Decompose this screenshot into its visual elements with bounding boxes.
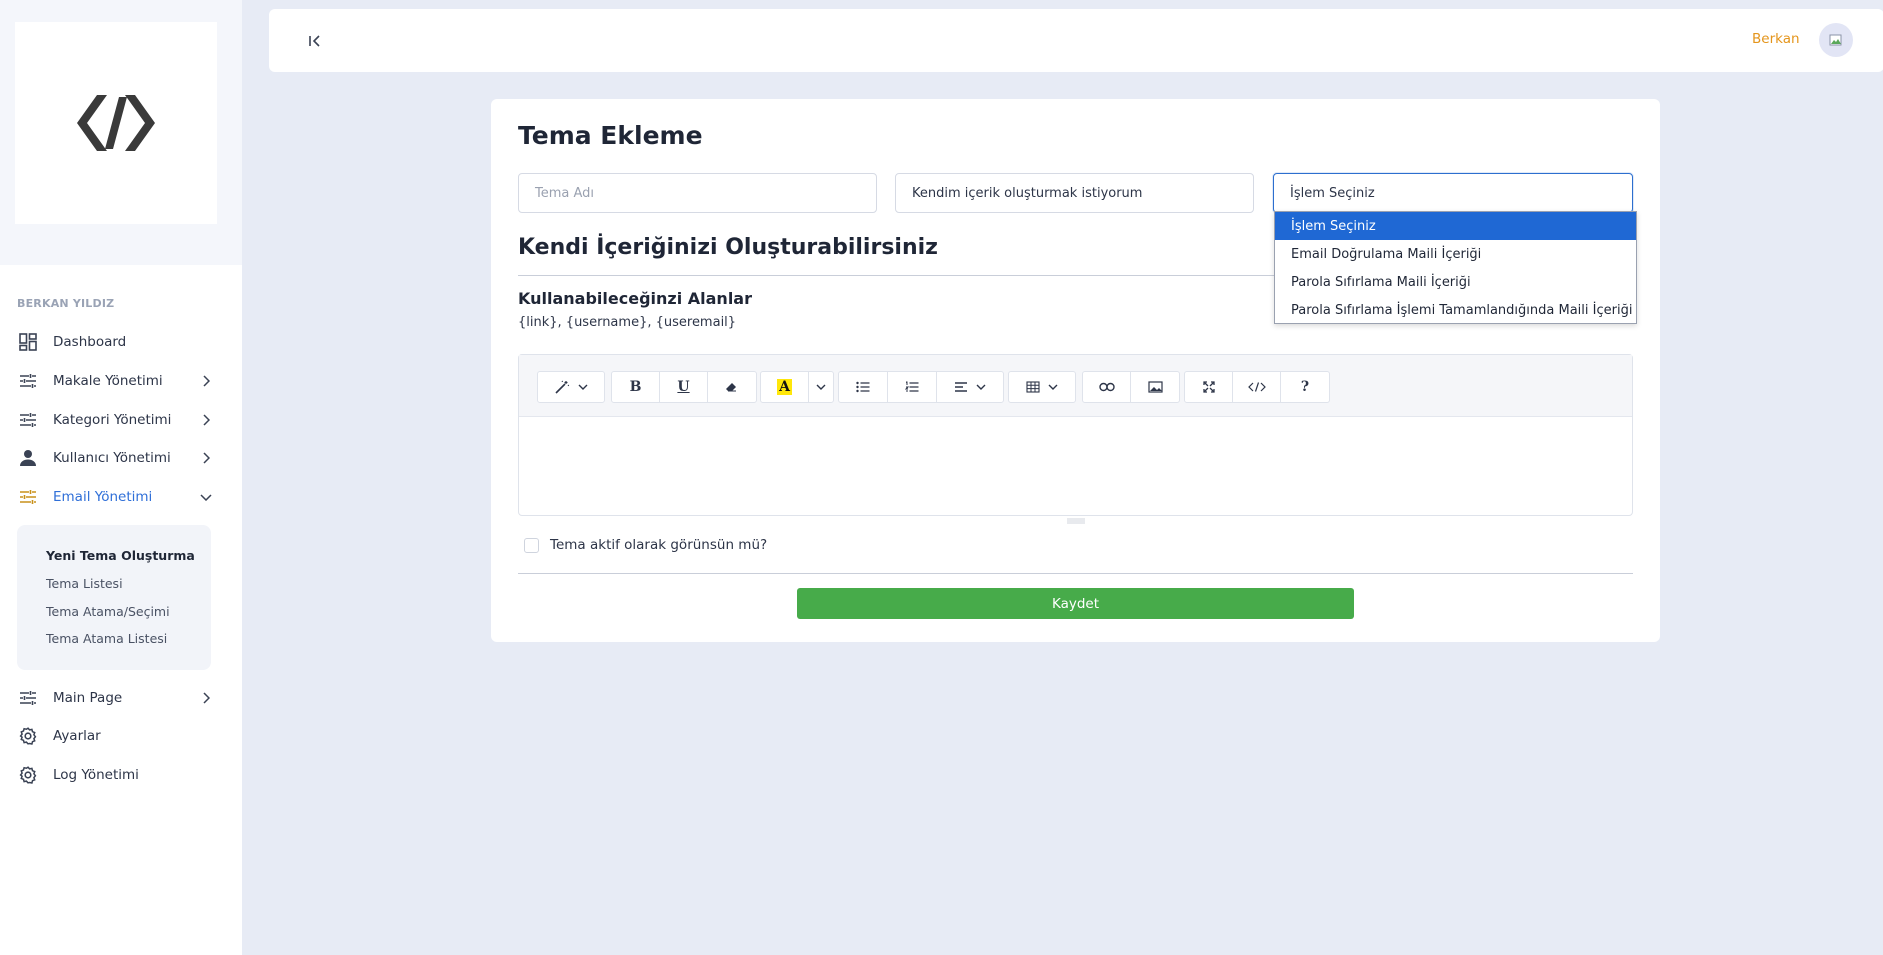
active-checkbox-label: Tema aktif olarak görünsün mü? bbox=[550, 537, 768, 553]
sidebar-item-kullanici[interactable]: Kullanıcı Yönetimi bbox=[0, 440, 242, 476]
sidebar-item-label: Ayarlar bbox=[53, 728, 101, 744]
chevron-down-icon bbox=[200, 491, 212, 503]
sidebar-section-label: BERKAN YILDIZ bbox=[17, 297, 115, 310]
toolbar-group-format: B U bbox=[611, 371, 757, 403]
tune-icon bbox=[18, 410, 38, 430]
toolbar-group-paragraph bbox=[838, 371, 1004, 403]
action-select-dropdown: İşlem Seçiniz Email Doğrulama Maili İçer… bbox=[1274, 211, 1637, 324]
section-title: Kendi İçeriğinizi Oluşturabilirsiniz bbox=[518, 235, 938, 260]
sidebar: BERKAN YILDIZ Dashboard Makale Yönetimi … bbox=[0, 0, 242, 955]
divider bbox=[518, 573, 1633, 574]
toolbar-group-color: A bbox=[760, 371, 834, 403]
content-mode-select[interactable]: Kendim içerik oluşturmak istiyorum bbox=[895, 173, 1254, 213]
active-checkbox-row: Tema aktif olarak görünsün mü? bbox=[524, 537, 767, 553]
sidebar-item-dashboard[interactable]: Dashboard bbox=[0, 324, 242, 360]
table-icon bbox=[1026, 381, 1040, 393]
eraser-icon[interactable] bbox=[708, 372, 756, 402]
bulleted-list-icon[interactable] bbox=[839, 372, 888, 402]
help-icon[interactable]: ? bbox=[1281, 372, 1329, 402]
sidebar-item-log[interactable]: Log Yönetimi bbox=[0, 757, 242, 793]
editor-toolbar: B U A ? bbox=[519, 355, 1632, 417]
dashboard-icon bbox=[18, 332, 38, 352]
theme-form-card: Tema Ekleme Tema Adı Kendim içerik oluşt… bbox=[491, 99, 1660, 642]
tune-icon bbox=[18, 688, 38, 708]
chevron-down-icon bbox=[816, 384, 826, 390]
sidebar-item-label: Log Yönetimi bbox=[53, 767, 139, 783]
style-dropdown-button[interactable] bbox=[538, 372, 604, 402]
rich-text-editor: B U A ? bbox=[518, 354, 1633, 524]
table-dropdown-button[interactable] bbox=[1009, 372, 1075, 402]
submenu-item-tema-listesi[interactable]: Tema Listesi bbox=[46, 576, 123, 591]
available-fields-list: {link}, {username}, {useremail} bbox=[518, 315, 737, 330]
chevron-right-icon bbox=[200, 692, 212, 704]
sidebar-item-label: Dashboard bbox=[53, 334, 127, 350]
code-logo-icon bbox=[77, 95, 155, 151]
toolbar-group-style bbox=[537, 371, 605, 403]
submenu-item-tema-atama[interactable]: Tema Atama/Seçimi bbox=[46, 604, 170, 619]
active-checkbox[interactable] bbox=[524, 537, 539, 553]
chevron-down-icon bbox=[1048, 384, 1058, 390]
sidebar-item-kategori[interactable]: Kategori Yönetimi bbox=[0, 402, 242, 438]
email-submenu: Yeni Tema Oluşturma Tema Listesi Tema At… bbox=[17, 525, 211, 670]
toolbar-group-insert bbox=[1082, 371, 1180, 403]
chevron-down-icon bbox=[976, 384, 986, 390]
save-button[interactable]: Kaydet bbox=[797, 588, 1354, 619]
collapse-sidebar-icon[interactable] bbox=[305, 31, 325, 51]
chevron-down-icon bbox=[578, 384, 588, 390]
fullscreen-icon[interactable] bbox=[1185, 372, 1233, 402]
dropdown-option[interactable]: Email Doğrulama Maili İçeriği bbox=[1275, 240, 1636, 268]
submenu-item-tema-atama-listesi[interactable]: Tema Atama Listesi bbox=[46, 631, 167, 646]
sidebar-item-label: Makale Yönetimi bbox=[53, 373, 163, 389]
bold-icon[interactable]: B bbox=[612, 372, 660, 402]
numbered-list-icon[interactable] bbox=[888, 372, 937, 402]
top-bar: Berkan bbox=[269, 9, 1883, 72]
toolbar-group-table bbox=[1008, 371, 1076, 403]
chevron-right-icon bbox=[200, 414, 212, 426]
tune-icon bbox=[18, 487, 38, 507]
align-left-icon bbox=[955, 382, 967, 392]
logo-area bbox=[0, 0, 242, 265]
theme-name-input[interactable]: Tema Adı bbox=[518, 173, 877, 213]
color-dropdown-button[interactable] bbox=[809, 372, 833, 402]
sidebar-item-label: Kullanıcı Yönetimi bbox=[53, 450, 171, 466]
page-title: Tema Ekleme bbox=[518, 121, 703, 150]
underline-icon[interactable]: U bbox=[660, 372, 708, 402]
align-dropdown-button[interactable] bbox=[937, 372, 1003, 402]
editor-content-area[interactable] bbox=[519, 417, 1632, 507]
chevron-right-icon bbox=[200, 375, 212, 387]
gear-icon bbox=[18, 726, 38, 746]
resize-handle-icon[interactable] bbox=[1067, 509, 1085, 524]
person-icon bbox=[18, 448, 38, 468]
dropdown-option[interactable]: İşlem Seçiniz bbox=[1275, 212, 1636, 240]
available-fields-title: Kullanabileceğinzi Alanlar bbox=[518, 289, 752, 308]
chevron-right-icon bbox=[200, 452, 212, 464]
sidebar-item-main-page[interactable]: Main Page bbox=[0, 680, 242, 716]
code-view-icon[interactable] bbox=[1233, 372, 1281, 402]
toolbar-group-view: ? bbox=[1184, 371, 1330, 403]
magic-wand-icon bbox=[555, 380, 570, 394]
sidebar-item-makale[interactable]: Makale Yönetimi bbox=[0, 363, 242, 399]
link-icon[interactable] bbox=[1083, 372, 1131, 402]
tune-icon bbox=[18, 371, 38, 391]
submenu-item-yeni-tema[interactable]: Yeni Tema Oluşturma bbox=[46, 548, 195, 563]
sidebar-item-label: Main Page bbox=[53, 690, 123, 706]
sidebar-item-email[interactable]: Email Yönetimi bbox=[0, 479, 242, 515]
user-name[interactable]: Berkan bbox=[1752, 31, 1800, 47]
logo[interactable] bbox=[15, 22, 217, 224]
text-color-icon[interactable]: A bbox=[761, 372, 809, 402]
broken-image-icon bbox=[1829, 34, 1842, 46]
gear-icon bbox=[18, 765, 38, 785]
image-icon[interactable] bbox=[1131, 372, 1179, 402]
action-select[interactable]: İşlem Seçiniz bbox=[1273, 173, 1633, 213]
sidebar-item-ayarlar[interactable]: Ayarlar bbox=[0, 718, 242, 754]
sidebar-item-label: Kategori Yönetimi bbox=[53, 412, 172, 428]
avatar[interactable] bbox=[1819, 23, 1853, 57]
dropdown-option[interactable]: Parola Sıfırlama Maili İçeriği bbox=[1275, 268, 1636, 296]
sidebar-item-label: Email Yönetimi bbox=[53, 489, 153, 505]
dropdown-option[interactable]: Parola Sıfırlama İşlemi Tamamlandığında … bbox=[1275, 296, 1636, 324]
